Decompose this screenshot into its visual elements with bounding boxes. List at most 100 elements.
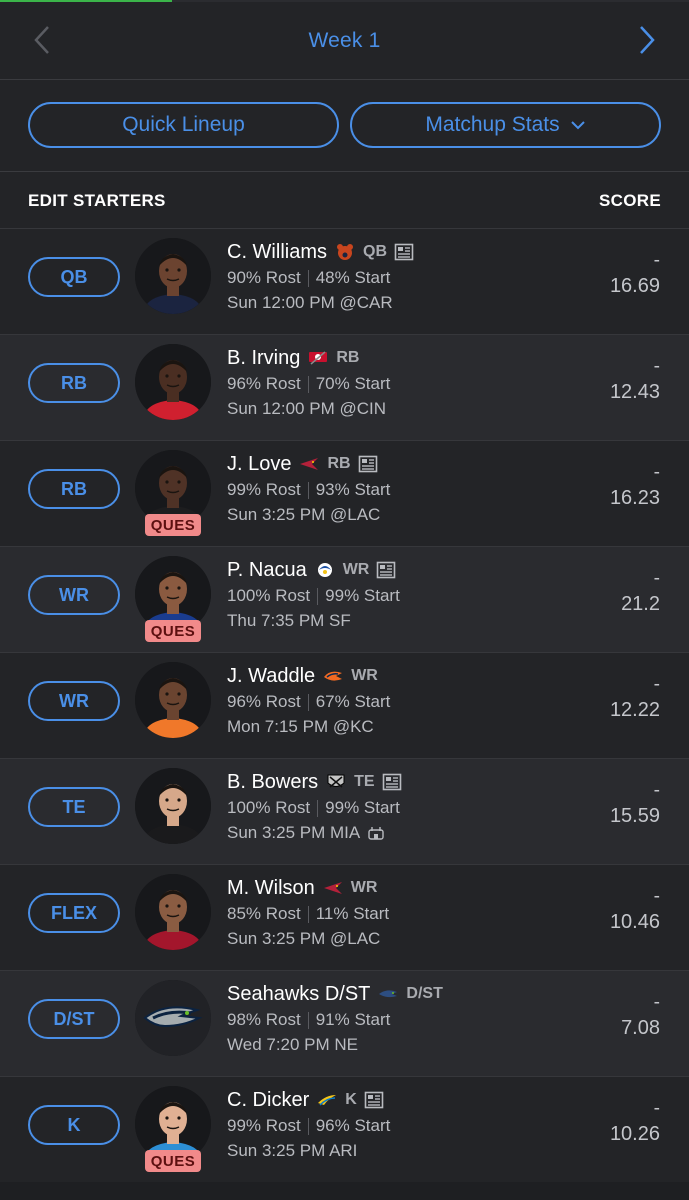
divider xyxy=(307,270,309,288)
game-time-opponent: Thu 7:35 PM SF xyxy=(227,611,351,630)
chevron-down-icon xyxy=(570,121,585,130)
roster-percent: 90% Rost xyxy=(227,268,301,287)
divider xyxy=(307,1118,309,1136)
player-info: P. Nacua WR 100% Rost 99% Start Thu 7:35 PM … xyxy=(227,557,587,633)
player-row[interactable]: K QUES C. Dicker K 99% Rost 96% Start Sun 3:25… xyxy=(0,1076,689,1182)
divider xyxy=(317,588,319,606)
player-info: B. Bowers TE 100% Rost 99% Start Sun 3:25 PM… xyxy=(227,769,587,845)
divider xyxy=(317,800,319,818)
player-row[interactable]: QB C. Williams QB 90% Rost 48% Start Sun 12:0… xyxy=(0,228,689,334)
ownership-stats: 99% Rost 93% Start xyxy=(227,477,587,502)
score-column: - 21.2 xyxy=(621,567,660,617)
news-icon[interactable] xyxy=(382,773,402,791)
player-row[interactable]: FLEX M. Wilson WR 85% Rost 11% Start Sun 3:25… xyxy=(0,864,689,970)
player-row[interactable]: WR J. Waddle WR 96% Rost 67% Start Mon 7:15 P… xyxy=(0,652,689,758)
player-row[interactable]: D/ST Seahawks D/ST D/ST 98% Rost 91% Start We… xyxy=(0,970,689,1076)
raiders-logo-icon xyxy=(327,774,345,788)
player-row[interactable]: RB B. Irving RB 96% Rost 70% Start Sun 12:00 … xyxy=(0,334,689,440)
news-icon[interactable] xyxy=(376,561,396,579)
score-column: - 15.59 xyxy=(610,779,660,829)
slot-button[interactable]: FLEX xyxy=(28,893,120,933)
player-info: Seahawks D/ST D/ST 98% Rost 91% Start Wed 7:… xyxy=(227,981,587,1057)
avatar[interactable] xyxy=(135,662,211,738)
player-name[interactable]: M. Wilson xyxy=(227,877,315,900)
injury-status-badge: QUES xyxy=(145,1150,201,1172)
game-time-opponent: Sun 3:25 PM MIA xyxy=(227,823,361,842)
player-info: J. Waddle WR 96% Rost 67% Start Mon 7:15 PM … xyxy=(227,663,587,739)
player-info: J. Love RB 99% Rost 93% Start Sun 3:25 PM @L… xyxy=(227,451,587,527)
news-icon[interactable] xyxy=(394,243,414,261)
game-info: Sun 3:25 PM MIA xyxy=(227,820,587,845)
avatar[interactable] xyxy=(135,874,211,950)
player-position: TE xyxy=(354,773,375,790)
player-name[interactable]: B. Bowers xyxy=(227,771,318,794)
start-percent: 99% Start xyxy=(325,586,400,605)
chevron-left-icon[interactable] xyxy=(32,24,52,56)
slot-button[interactable]: K xyxy=(28,1105,120,1145)
slot-button[interactable]: RB xyxy=(28,363,120,403)
week-navigator: Week 1 xyxy=(0,2,689,80)
player-name[interactable]: C. Williams xyxy=(227,241,327,264)
slot-button[interactable]: TE xyxy=(28,787,120,827)
player-name[interactable]: J. Waddle xyxy=(227,665,315,688)
projected-score: 10.46 xyxy=(609,911,660,933)
player-info: B. Irving RB 96% Rost 70% Start Sun 12:00 PM… xyxy=(227,345,587,421)
start-percent: 93% Start xyxy=(315,480,391,499)
projected-score: 21.2 xyxy=(621,593,660,615)
edit-starters-heading: EDIT STARTERS xyxy=(28,190,166,210)
avatar[interactable] xyxy=(135,238,211,314)
ownership-stats: 85% Rost 11% Start xyxy=(227,901,587,926)
player-headshot xyxy=(135,874,211,950)
player-name[interactable]: C. Dicker xyxy=(227,1089,309,1112)
slot-button[interactable]: RB xyxy=(28,469,120,509)
projected-score: 16.69 xyxy=(609,275,660,297)
game-time-opponent: Sun 3:25 PM ARI xyxy=(227,1141,358,1160)
game-time-opponent: Mon 7:15 PM @KC xyxy=(227,717,374,736)
score-column: - 10.26 xyxy=(610,1097,660,1147)
player-row[interactable]: WR QUES P. Nacua WR 100% Rost 99% Start Thu 7:… xyxy=(0,546,689,652)
game-info: Wed 7:20 PM NE xyxy=(227,1032,587,1057)
score-column: - 10.46 xyxy=(610,885,660,935)
player-position: D/ST xyxy=(406,985,443,1002)
player-row[interactable]: RB QUES J. Love RB 99% Rost 93% Start Sun 3:25… xyxy=(0,440,689,546)
actual-score: - xyxy=(653,674,660,695)
news-icon[interactable] xyxy=(364,1091,384,1109)
slot-button[interactable]: WR xyxy=(28,681,120,721)
score-column: - 16.69 xyxy=(610,249,660,299)
actual-score: - xyxy=(653,992,660,1013)
avatar[interactable] xyxy=(135,768,211,844)
divider xyxy=(307,694,309,712)
slot-button[interactable]: WR xyxy=(28,575,120,615)
actual-score: - xyxy=(653,250,660,271)
score-heading: SCORE xyxy=(599,190,661,210)
week-title[interactable]: Week 1 xyxy=(308,29,380,53)
slot-button[interactable]: D/ST xyxy=(28,999,120,1039)
cardinals-logo-icon xyxy=(323,882,342,894)
divider xyxy=(307,1012,309,1030)
roster-percent: 96% Rost xyxy=(227,374,301,393)
ownership-stats: 96% Rost 67% Start xyxy=(227,689,587,714)
player-row[interactable]: TE B. Bowers TE 100% Rost 99% Start Sun 3:25 … xyxy=(0,758,689,864)
quick-lineup-label: Quick Lineup xyxy=(122,113,245,136)
chevron-right-icon[interactable] xyxy=(637,24,657,56)
ownership-stats: 99% Rost 96% Start xyxy=(227,1113,587,1138)
game-time-opponent: Sun 12:00 PM @CAR xyxy=(227,293,393,312)
actual-score: - xyxy=(653,1098,660,1119)
game-info: Mon 7:15 PM @KC xyxy=(227,714,587,739)
player-name[interactable]: Seahawks D/ST xyxy=(227,983,370,1006)
start-percent: 67% Start xyxy=(315,692,391,711)
player-name[interactable]: P. Nacua xyxy=(227,559,307,582)
avatar[interactable] xyxy=(135,980,211,1056)
news-icon[interactable] xyxy=(358,455,378,473)
player-name[interactable]: B. Irving xyxy=(227,347,300,370)
slot-button[interactable]: QB xyxy=(28,257,120,297)
avatar[interactable] xyxy=(135,344,211,420)
quick-lineup-button[interactable]: Quick Lineup xyxy=(28,102,339,148)
start-percent: 48% Start xyxy=(315,268,391,287)
injury-status-badge: QUES xyxy=(145,620,201,642)
score-column: - 16.23 xyxy=(610,461,660,511)
section-header: EDIT STARTERS SCORE xyxy=(0,173,689,228)
ownership-stats: 100% Rost 99% Start xyxy=(227,583,587,608)
matchup-stats-button[interactable]: Matchup Stats xyxy=(350,102,661,148)
player-name[interactable]: J. Love xyxy=(227,453,291,476)
